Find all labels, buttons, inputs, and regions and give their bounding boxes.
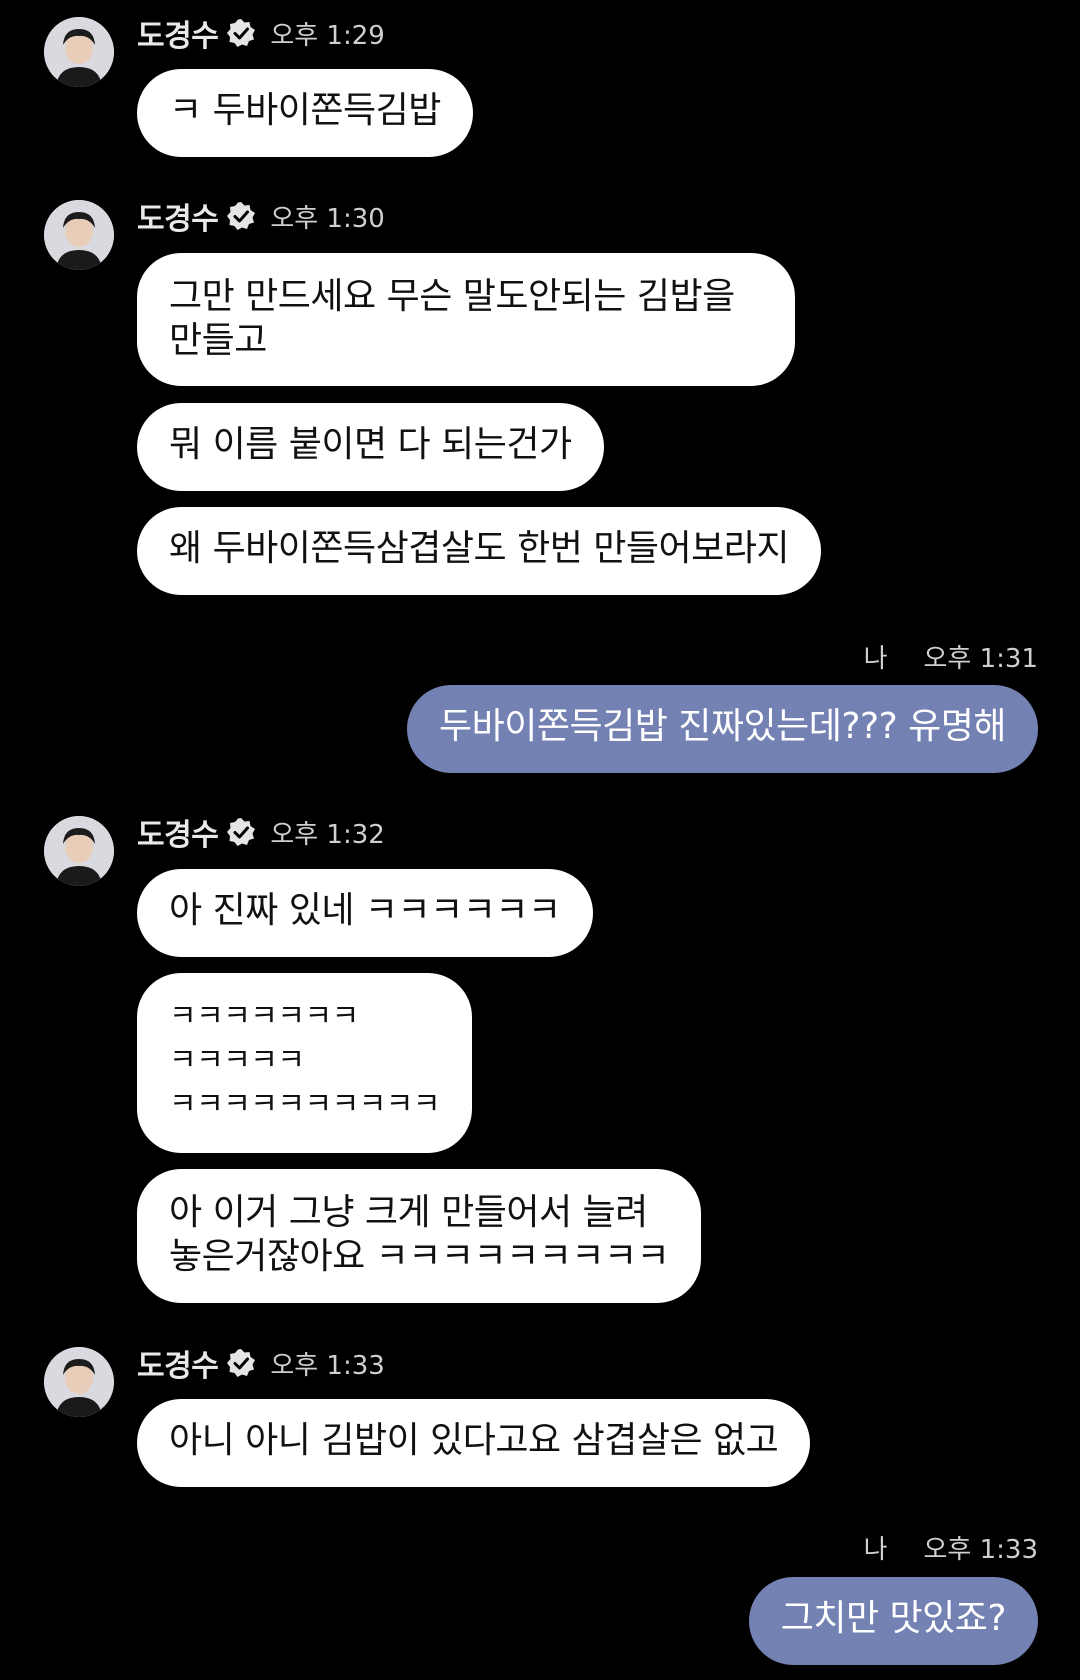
message-bubble[interactable]: ㅋㅋㅋㅋㅋㅋㅋ ㅋㅋㅋㅋㅋ ㅋㅋㅋㅋㅋㅋㅋㅋㅋㅋ bbox=[137, 973, 472, 1153]
verified-badge-icon bbox=[226, 817, 256, 847]
message-time: 오후 1:32 bbox=[270, 819, 385, 850]
message-bubble[interactable]: 그만 만드세요 무슨 말도안되는 김밥을 만들고 bbox=[137, 253, 795, 386]
message-time: 오후 1:33 bbox=[270, 1350, 385, 1381]
sender-name[interactable]: 도경수 bbox=[137, 11, 219, 55]
my-message-header: 나 오후 1:33 bbox=[864, 1529, 1038, 1565]
message-time: 오후 1:30 bbox=[270, 203, 385, 234]
me-label: 나 bbox=[863, 643, 888, 674]
avatar[interactable] bbox=[44, 816, 114, 886]
my-message-bubble[interactable]: 그치만 맛있죠? bbox=[748, 1577, 1038, 1665]
verified-badge-icon bbox=[226, 1348, 256, 1378]
message-bubble[interactable]: 아 진짜 있네 ㅋㅋㅋㅋㅋㅋ bbox=[137, 869, 593, 957]
me-label: 나 bbox=[863, 1534, 888, 1565]
verified-badge-icon bbox=[226, 18, 256, 48]
message-time: 오후 1:29 bbox=[270, 20, 385, 51]
sender-header: 도경수 오후 1:33 bbox=[137, 1345, 385, 1384]
my-message-header: 나 오후 1:31 bbox=[864, 638, 1038, 674]
message-bubble[interactable]: 아니 아니 김밥이 있다고요 삼겹살은 없고 bbox=[137, 1399, 811, 1487]
avatar[interactable] bbox=[44, 17, 114, 87]
avatar[interactable] bbox=[44, 1347, 114, 1417]
sender-header: 도경수 오후 1:30 bbox=[137, 198, 385, 237]
message-bubble[interactable]: ㅋ 두바이쫀득김밥 bbox=[137, 69, 473, 157]
sender-name[interactable]: 도경수 bbox=[137, 810, 219, 854]
message-bubble[interactable]: 아 이거 그냥 크게 만들어서 늘려 놓은거잖아요 ㅋㅋㅋㅋㅋㅋㅋㅋㅋ bbox=[137, 1169, 702, 1303]
verified-badge-icon bbox=[226, 201, 256, 231]
sender-name[interactable]: 도경수 bbox=[137, 1341, 219, 1385]
message-time: 오후 1:31 bbox=[923, 643, 1039, 674]
my-message-bubble[interactable]: 두바이쫀득김밥 진짜있는데??? 유명해 bbox=[406, 685, 1038, 773]
sender-header: 도경수 오후 1:29 bbox=[137, 15, 385, 54]
sender-header: 도경수 오후 1:32 bbox=[137, 814, 385, 853]
sender-name[interactable]: 도경수 bbox=[137, 194, 219, 238]
message-time: 오후 1:33 bbox=[923, 1534, 1039, 1565]
avatar[interactable] bbox=[44, 200, 114, 270]
message-bubble[interactable]: 뭐 이름 붙이면 다 되는건가 bbox=[137, 403, 604, 491]
message-bubble[interactable]: 왜 두바이쫀득삼겹살도 한번 만들어보라지 bbox=[137, 507, 821, 595]
